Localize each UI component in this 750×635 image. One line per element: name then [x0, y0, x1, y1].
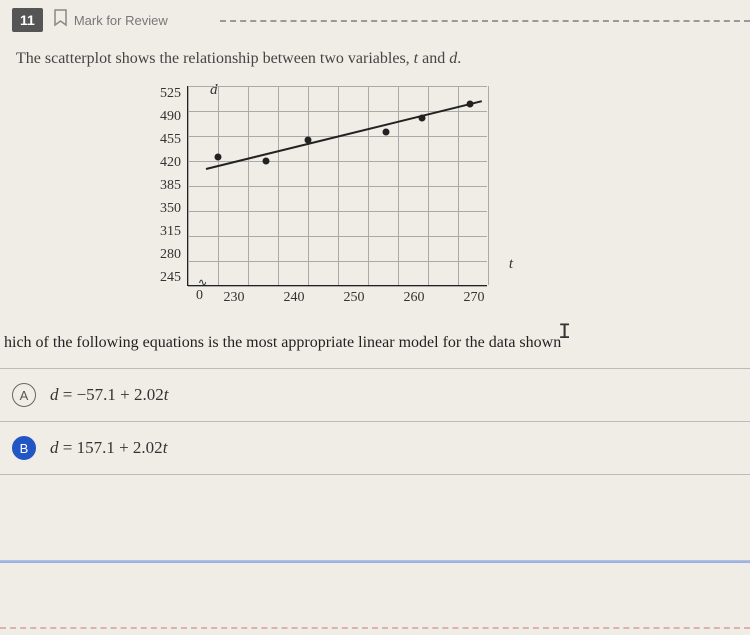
x-axis-ticks: 230240250260270: [204, 286, 504, 290]
question-header: 11 Mark for Review: [0, 0, 750, 40]
y-tick-label: 490: [160, 109, 181, 125]
y-axis-ticks: 525 490 455 420 385 350 315 280 245: [160, 86, 187, 286]
y-tick-label: 420: [160, 155, 181, 171]
y-tick-label: 385: [160, 178, 181, 194]
mark-label: Mark for Review: [74, 13, 168, 28]
header-dashed-divider: [220, 20, 750, 22]
data-point: [383, 129, 390, 136]
data-point: [215, 154, 222, 161]
choice-letter-circle: A: [12, 383, 36, 407]
x-tick-label: 240: [284, 290, 305, 306]
plot-area: ∿ t: [187, 86, 487, 286]
y-tick-label: 245: [160, 270, 181, 286]
y-tick-label: 280: [160, 247, 181, 263]
answer-choice-a[interactable]: Ad = −57.1 + 2.02t: [0, 368, 750, 421]
data-point: [263, 158, 270, 165]
answer-equation: d = 157.1 + 2.02t: [50, 438, 167, 458]
data-point: [419, 115, 426, 122]
bookmark-icon: [53, 9, 68, 32]
choice-letter-circle: B: [12, 436, 36, 460]
text-cursor-mark: I: [558, 320, 571, 345]
x-tick-label: 250: [344, 290, 365, 306]
x-axis-label: t: [509, 256, 513, 273]
grid-line-vertical: [488, 86, 489, 285]
grid-line-horizontal: [188, 211, 487, 212]
y-tick-label: 350: [160, 201, 181, 217]
x-tick-label: 260: [404, 290, 425, 306]
y-tick-label: 525: [160, 86, 181, 102]
question-number-badge: 11: [12, 8, 43, 32]
grid-line-horizontal: [188, 236, 487, 237]
answer-choices: Ad = −57.1 + 2.02tBd = 157.1 + 2.02t: [0, 368, 750, 475]
y-tick-label: 455: [160, 132, 181, 148]
scatterplot-chart: d 525490455420385350315280245 ∿ t 0 2302…: [160, 86, 540, 308]
grid-line-horizontal: [188, 186, 487, 187]
y-tick-label: 315: [160, 224, 181, 240]
answer-equation: d = −57.1 + 2.02t: [50, 385, 169, 405]
origin-label: 0: [196, 288, 203, 304]
data-point: [467, 100, 474, 107]
selection-highlight-bar: [0, 560, 750, 563]
answer-choice-b[interactable]: Bd = 157.1 + 2.02t: [0, 421, 750, 475]
x-tick-label: 230: [224, 290, 245, 306]
grid-line-horizontal: [188, 86, 487, 87]
x-tick-label: 270: [464, 290, 485, 306]
bottom-dashed-divider: [0, 627, 750, 629]
data-point: [305, 136, 312, 143]
mark-for-review-toggle[interactable]: Mark for Review: [53, 9, 168, 32]
sub-question-text: hich of the following equations is the m…: [0, 308, 750, 368]
question-text: The scatterplot shows the relationship b…: [0, 40, 750, 72]
grid-line-horizontal: [188, 261, 487, 262]
